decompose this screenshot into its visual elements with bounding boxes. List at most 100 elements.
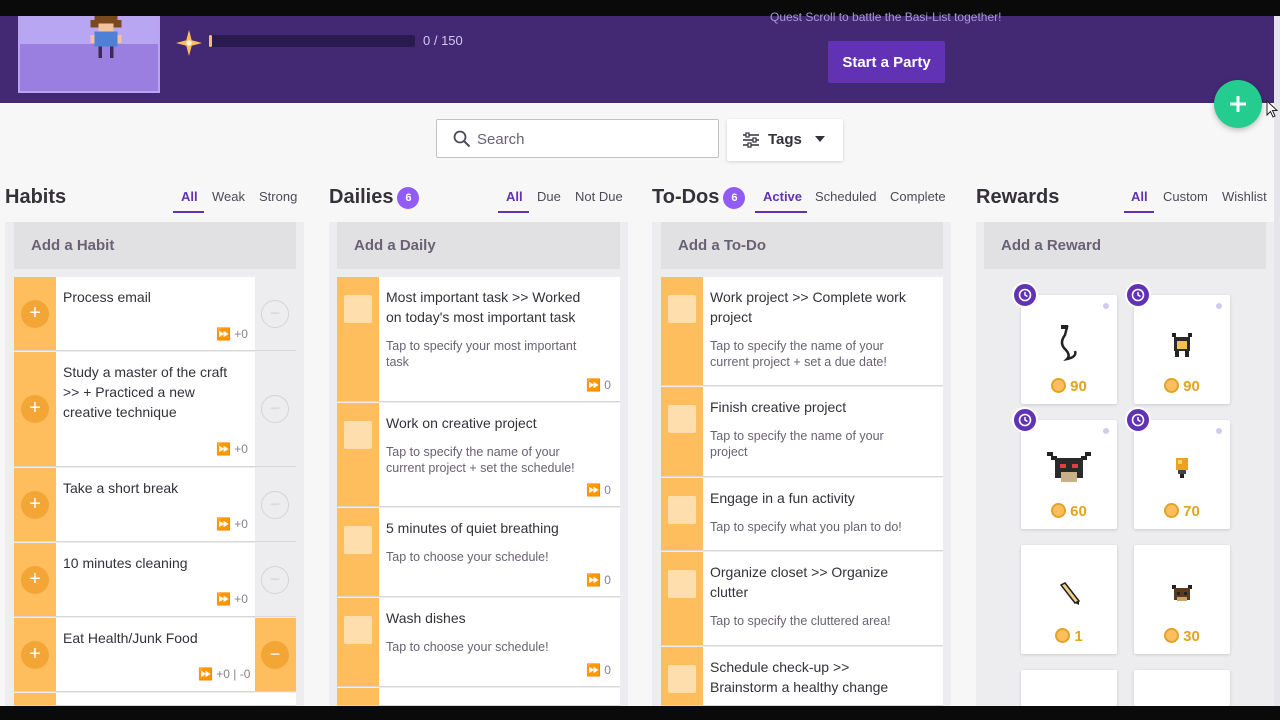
reward-card[interactable]: 70 — [1134, 420, 1230, 529]
reward-card[interactable] — [1021, 670, 1117, 706]
add-habit-input[interactable]: Add a Habit — [14, 222, 296, 269]
daily-check-strip[interactable] — [337, 403, 379, 506]
habit-minus-strip[interactable]: − — [255, 468, 296, 541]
cow-icon — [1172, 333, 1192, 357]
habits-tab-strong[interactable]: Strong — [259, 189, 297, 204]
todo-item[interactable]: Schedule check-up >> Brainstorm a health… — [661, 647, 943, 706]
daily-check-strip[interactable] — [337, 508, 379, 596]
habits-tab-all[interactable]: All — [181, 189, 198, 204]
habit-minus-strip[interactable]: − — [255, 277, 296, 350]
daily-checkbox[interactable] — [344, 421, 372, 449]
reward-card[interactable]: 30 — [1134, 545, 1230, 654]
plus-icon[interactable]: + — [21, 491, 49, 519]
minus-icon[interactable]: − — [261, 641, 289, 669]
todo-title: Finish creative project — [710, 399, 847, 415]
habit-plus-strip[interactable]: + — [14, 352, 56, 466]
rewards-tab-underline — [1124, 211, 1154, 213]
chevron-down-icon — [815, 136, 825, 142]
minus-icon[interactable]: − — [261, 300, 289, 328]
habit-minus-strip[interactable]: − — [255, 543, 296, 616]
bull-icon — [1172, 585, 1192, 601]
plus-icon[interactable]: + — [21, 641, 49, 669]
minus-icon[interactable]: − — [261, 491, 289, 519]
plus-icon[interactable]: + — [21, 395, 49, 423]
reward-card[interactable] — [1134, 670, 1230, 706]
rewards-tab-all[interactable]: All — [1131, 189, 1148, 204]
daily-check-strip[interactable] — [337, 277, 379, 401]
reward-card[interactable]: 90 — [1134, 295, 1230, 404]
daily-check-strip[interactable] — [337, 688, 379, 705]
todos-tab-active[interactable]: Active — [763, 189, 802, 204]
todo-item[interactable]: Finish creative project Tap to specify t… — [661, 387, 943, 477]
tags-label: Tags — [768, 131, 802, 148]
dailies-tab-all[interactable]: All — [506, 189, 523, 204]
reward-price: 90 — [1021, 378, 1117, 395]
habit-item[interactable]: + Eat Health/Junk Food ⏩ +0 | -0 − — [14, 618, 296, 692]
search-field[interactable] — [436, 119, 719, 158]
habit-plus-strip[interactable]: + — [14, 468, 56, 541]
todo-item[interactable]: Work project >> Complete work project Ta… — [661, 277, 943, 386]
plus-icon[interactable]: + — [21, 300, 49, 328]
scrollbar[interactable] — [1274, 16, 1280, 706]
daily-checkbox[interactable] — [344, 616, 372, 644]
daily-item[interactable]: 5 minutes of quiet breathing Tap to choo… — [337, 508, 620, 597]
minus-icon[interactable]: − — [261, 566, 289, 594]
todos-tab-complete[interactable]: Complete — [890, 189, 946, 204]
todo-checkbox[interactable] — [668, 496, 696, 524]
add-task-button[interactable] — [1214, 80, 1262, 128]
rewards-tab-wishlist[interactable]: Wishlist — [1222, 189, 1267, 204]
add-todo-input[interactable]: Add a To-Do — [661, 222, 943, 269]
daily-checkbox[interactable] — [344, 295, 372, 323]
daily-item[interactable]: Wash dishes Tap to choose your schedule!… — [337, 598, 620, 687]
add-daily-input[interactable]: Add a Daily — [337, 222, 620, 269]
minus-icon[interactable]: − — [261, 395, 289, 423]
todo-check-strip[interactable] — [661, 277, 703, 385]
dailies-tab-due[interactable]: Due — [537, 189, 561, 204]
bull-mask-icon — [1047, 452, 1091, 482]
todo-item[interactable]: Engage in a fun activity Tap to specify … — [661, 478, 943, 551]
habits-tab-weak[interactable]: Weak — [212, 189, 245, 204]
todo-check-strip[interactable] — [661, 647, 703, 705]
habit-minus-strip[interactable]: − — [255, 618, 296, 691]
reward-card[interactable]: 60 — [1021, 420, 1117, 529]
plus-icon[interactable]: + — [21, 566, 49, 594]
habit-plus-strip[interactable] — [14, 693, 56, 705]
search-input[interactable] — [477, 126, 707, 152]
experience-bar — [209, 35, 415, 47]
todo-check-strip[interactable] — [661, 478, 703, 550]
daily-check-strip[interactable] — [337, 598, 379, 686]
daily-item[interactable]: Most important task >> Worked on today's… — [337, 277, 620, 402]
todo-check-strip[interactable] — [661, 387, 703, 476]
todo-item[interactable]: Organize closet >> Organize clutter Tap … — [661, 552, 943, 646]
habit-minus-strip[interactable]: − — [255, 352, 296, 466]
todo-checkbox[interactable] — [668, 295, 696, 323]
start-party-button[interactable]: Start a Party — [828, 41, 945, 83]
daily-item[interactable] — [337, 688, 620, 706]
todo-checkbox[interactable] — [668, 570, 696, 598]
tags-dropdown[interactable]: Tags — [727, 119, 843, 161]
habit-item[interactable] — [14, 693, 296, 706]
avatar[interactable] — [18, 16, 160, 93]
todo-note: Tap to specify what you plan to do! — [710, 520, 902, 534]
habit-item[interactable]: + Study a master of the craft >> + Pract… — [14, 352, 296, 467]
habit-item[interactable]: + Process email ⏩ +0 − — [14, 277, 296, 351]
habit-item[interactable]: + 10 minutes cleaning ⏩ +0 − — [14, 543, 296, 617]
reward-card[interactable]: 1 — [1021, 545, 1117, 654]
habit-plus-strip[interactable]: + — [14, 543, 56, 616]
todo-check-strip[interactable] — [661, 552, 703, 645]
add-reward-input[interactable]: Add a Reward — [984, 222, 1266, 269]
reward-card[interactable]: 90 — [1021, 295, 1117, 404]
habit-item[interactable]: + Take a short break ⏩ +0 − — [14, 468, 296, 542]
dailies-tab-not-due[interactable]: Not Due — [575, 189, 623, 204]
habit-plus-strip[interactable]: + — [14, 618, 56, 691]
daily-note: Tap to choose your schedule! — [386, 550, 549, 564]
todos-tab-scheduled[interactable]: Scheduled — [815, 189, 876, 204]
daily-checkbox[interactable] — [344, 526, 372, 554]
daily-item[interactable]: Work on creative project Tap to specify … — [337, 403, 620, 507]
todo-checkbox[interactable] — [668, 405, 696, 433]
habit-streak: ⏩ +0 | -0 — [198, 667, 251, 681]
todo-checkbox[interactable] — [668, 665, 696, 693]
dailies-tab-underline — [498, 211, 529, 213]
habit-plus-strip[interactable]: + — [14, 277, 56, 350]
rewards-tab-custom[interactable]: Custom — [1163, 189, 1208, 204]
